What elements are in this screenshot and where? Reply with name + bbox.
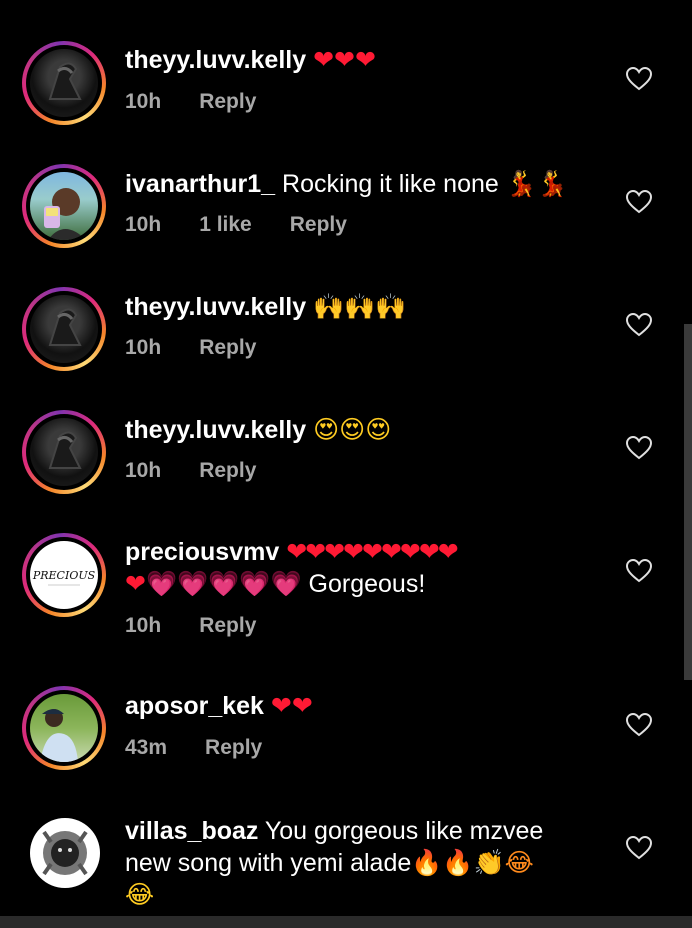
- avatar-frame: [26, 291, 102, 367]
- comment-emoji: ❤: [125, 569, 146, 598]
- avatar-image: [30, 818, 100, 888]
- avatar-logo-text: PRECIOUS: [32, 569, 96, 582]
- avatar: [30, 694, 98, 762]
- comment-time: 10h: [125, 90, 162, 113]
- comment-emoji: ❤❤❤❤❤❤❤❤❤: [286, 537, 459, 566]
- comment-text: You gorgeous like mzvee: [258, 817, 544, 845]
- comment-time: 10h: [125, 614, 162, 637]
- avatar: [30, 172, 98, 240]
- comment-emoji: ❤❤: [270, 691, 313, 720]
- comment-username[interactable]: preciousvmv: [125, 538, 279, 566]
- comment-emoji: 💃💃: [505, 169, 569, 198]
- reply-button[interactable]: Reply: [199, 614, 256, 638]
- like-heart-icon[interactable]: [626, 436, 652, 460]
- reply-button[interactable]: Reply: [205, 736, 262, 760]
- comment-username[interactable]: theyy.luvv.kelly: [125, 416, 306, 444]
- avatar: [30, 418, 98, 486]
- comment-username[interactable]: theyy.luvv.kelly: [125, 46, 306, 74]
- comment-time: 10h: [125, 213, 162, 236]
- avatar-silhouette: [48, 62, 82, 100]
- comment-emoji: 🙌🙌🙌: [313, 292, 407, 321]
- like-heart-icon[interactable]: [626, 836, 652, 860]
- story-ring-avatar[interactable]: PRECIOUS: [22, 533, 106, 617]
- like-heart-icon[interactable]: [626, 559, 652, 583]
- avatar-frame: [26, 168, 102, 244]
- comment-emoji: 😂: [125, 880, 155, 909]
- comment-text: new song with yemi alade: [125, 849, 412, 877]
- avatar-silhouette: [48, 308, 82, 346]
- like-heart-icon[interactable]: [626, 713, 652, 737]
- story-ring-avatar[interactable]: [22, 686, 106, 770]
- comment-username[interactable]: ivanarthur1_: [125, 170, 275, 198]
- comment-emoji: 💗💗💗💗💗: [145, 569, 302, 598]
- comment-username[interactable]: aposor_kek: [125, 692, 264, 720]
- comment-username[interactable]: villas_boaz: [125, 817, 258, 845]
- comment-emoji: ❤❤❤: [313, 45, 376, 74]
- comment-username[interactable]: theyy.luvv.kelly: [125, 293, 306, 321]
- story-ring-avatar[interactable]: [22, 287, 106, 371]
- scrollbar[interactable]: [684, 324, 692, 680]
- like-heart-icon[interactable]: [626, 313, 652, 337]
- story-ring-avatar[interactable]: [22, 164, 106, 248]
- precious-logo-icon: PRECIOUS: [32, 569, 96, 586]
- avatar: [30, 295, 98, 363]
- reply-button[interactable]: Reply: [199, 459, 256, 483]
- avatar: PRECIOUS: [30, 541, 98, 609]
- comment-text: Rocking it like none: [275, 170, 506, 198]
- like-heart-icon[interactable]: [626, 190, 652, 214]
- comment-time: 43m: [125, 736, 168, 759]
- bottom-bar: [0, 916, 692, 928]
- avatar-frame: [26, 690, 102, 766]
- avatar-frame: [22, 812, 106, 896]
- reply-button[interactable]: Reply: [199, 336, 256, 360]
- reply-button[interactable]: Reply: [290, 213, 347, 237]
- avatar-selfie: [44, 188, 86, 240]
- comment-emoji: 🔥🔥👏😂: [411, 848, 534, 877]
- comment-time: 10h: [125, 336, 162, 359]
- avatar[interactable]: [22, 812, 106, 896]
- comment-emoji: 😍😍😍: [313, 415, 392, 444]
- avatar-frame: [26, 45, 102, 121]
- comment-text: Gorgeous!: [308, 570, 426, 598]
- avatar-frame: PRECIOUS: [26, 537, 102, 613]
- avatar-person: [40, 709, 78, 762]
- story-ring-avatar[interactable]: [22, 410, 106, 494]
- like-count[interactable]: 1 like: [199, 213, 252, 237]
- like-heart-icon[interactable]: [626, 67, 652, 91]
- avatar-silhouette: [48, 431, 82, 469]
- comment-time: 10h: [125, 459, 162, 482]
- reply-button[interactable]: Reply: [199, 90, 256, 114]
- avatar-frame: [26, 414, 102, 490]
- story-ring-avatar[interactable]: [22, 41, 106, 125]
- avatar: [30, 49, 98, 117]
- lion-emblem-icon: [42, 830, 88, 876]
